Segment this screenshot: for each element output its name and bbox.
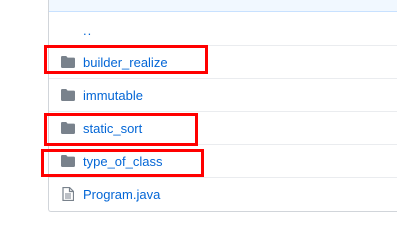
- folder-link-static-sort[interactable]: static_sort: [83, 121, 142, 136]
- list-item-program-java[interactable]: Program.java: [49, 177, 397, 210]
- file-link-program-java[interactable]: Program.java: [83, 187, 160, 202]
- file-list-panel: .. builder_realize immutable static_sort: [48, 0, 397, 212]
- list-item-immutable[interactable]: immutable: [49, 78, 397, 111]
- list-item-builder-realize[interactable]: builder_realize: [49, 45, 397, 78]
- page: .. builder_realize immutable static_sort: [0, 0, 397, 251]
- folder-icon: [60, 121, 76, 135]
- list-item-type-of-class[interactable]: type_of_class: [49, 144, 397, 177]
- file-list-header-strip: [49, 0, 397, 12]
- folder-icon: [60, 88, 76, 102]
- folder-link-immutable[interactable]: immutable: [83, 88, 143, 103]
- folder-link-builder-realize[interactable]: builder_realize: [83, 55, 168, 70]
- file-icon: [60, 187, 76, 201]
- folder-icon: [60, 154, 76, 168]
- folder-icon: [60, 55, 76, 69]
- list-item-static-sort[interactable]: static_sort: [49, 111, 397, 144]
- parent-directory-row[interactable]: ..: [49, 14, 397, 47]
- parent-directory-link[interactable]: ..: [83, 23, 92, 38]
- folder-link-type-of-class[interactable]: type_of_class: [83, 154, 163, 169]
